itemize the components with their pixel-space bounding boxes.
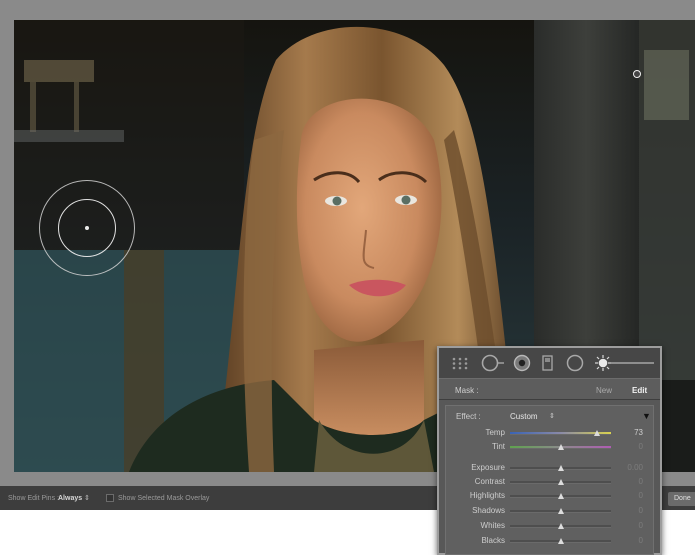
slider-row-whites: Whites 0	[446, 519, 653, 533]
slider-thumb-tint[interactable]	[557, 444, 564, 450]
slider-row-temp: Temp 73	[446, 426, 653, 440]
brush-center-dot	[85, 226, 89, 230]
slider-thumb-contrast[interactable]	[557, 479, 564, 485]
slider-label-whites: Whites	[480, 521, 505, 530]
slider-thumb-whites[interactable]	[557, 523, 564, 529]
slider-row-blacks: Blacks 0	[446, 534, 653, 548]
show-edit-pins-label: Show Edit Pins :	[8, 495, 59, 502]
slider-row-contrast: Contrast 0	[446, 475, 653, 489]
adjustment-brush-icon[interactable]	[594, 354, 656, 372]
slider-value-highlights[interactable]: 0	[639, 491, 643, 500]
adjustment-brush-panel: Mask : New Edit Effect : Custom ⇕ ▼ Temp…	[437, 346, 662, 555]
effect-preset-dropdown[interactable]: Custom	[510, 412, 538, 421]
effect-label: Effect :	[456, 412, 481, 421]
redeye-icon[interactable]	[513, 354, 531, 372]
slider-label-highlights: Highlights	[469, 491, 505, 500]
slider-label-tint: Tint	[491, 442, 505, 451]
slider-thumb-shadows[interactable]	[557, 508, 564, 514]
edit-pin-icon[interactable]	[633, 70, 641, 78]
slider-row-shadows: Shadows 0	[446, 504, 653, 518]
dropdown-arrow-icon[interactable]: ⇕	[84, 494, 90, 502]
slider-value-whites[interactable]: 0	[639, 521, 643, 530]
slider-thumb-blacks[interactable]	[557, 538, 564, 544]
grid-tool-icon[interactable]	[451, 357, 471, 370]
show-mask-overlay-label[interactable]: Show Selected Mask Overlay	[118, 495, 209, 502]
slider-label-blacks: Blacks	[481, 536, 505, 545]
slider-row-highlights: Highlights 0	[446, 489, 653, 503]
slider-value-shadows[interactable]: 0	[639, 506, 643, 515]
tool-strip	[439, 348, 660, 378]
dropdown-arrow-icon[interactable]: ⇕	[549, 412, 555, 420]
slider-value-blacks[interactable]: 0	[639, 536, 643, 545]
slider-value-tint[interactable]: 0	[639, 442, 643, 451]
mask-label: Mask :	[455, 386, 479, 395]
show-edit-pins-value[interactable]: Always	[58, 495, 82, 502]
slider-row-exposure: Exposure 0.00	[446, 461, 653, 475]
slider-row-tint: Tint 0	[446, 440, 653, 454]
slider-value-exposure[interactable]: 0.00	[627, 463, 643, 472]
done-button[interactable]: Done	[668, 492, 695, 506]
collapse-triangle-icon[interactable]: ▼	[642, 411, 651, 421]
graduated-filter-icon[interactable]	[542, 355, 554, 372]
mask-edit-button[interactable]: Edit	[632, 386, 647, 395]
slider-label-exposure: Exposure	[471, 463, 505, 472]
slider-thumb-temp[interactable]	[593, 430, 600, 436]
mask-new-button[interactable]: New	[596, 386, 612, 395]
slider-label-contrast: Contrast	[474, 477, 505, 486]
slider-value-temp[interactable]: 73	[634, 428, 643, 437]
spot-removal-icon[interactable]	[481, 354, 505, 372]
radial-filter-icon[interactable]	[566, 354, 584, 372]
mask-row: Mask : New Edit	[439, 378, 660, 400]
slider-thumb-exposure[interactable]	[557, 465, 564, 471]
effect-section: Effect : Custom ⇕ ▼ Temp 73 Tint 0 Exposure 0…	[445, 405, 654, 555]
slider-value-contrast[interactable]: 0	[639, 477, 643, 486]
slider-label-shadows: Shadows	[472, 506, 505, 515]
mask-overlay-checkbox[interactable]	[106, 494, 114, 502]
slider-label-temp: Temp	[485, 428, 505, 437]
slider-thumb-highlights[interactable]	[557, 493, 564, 499]
